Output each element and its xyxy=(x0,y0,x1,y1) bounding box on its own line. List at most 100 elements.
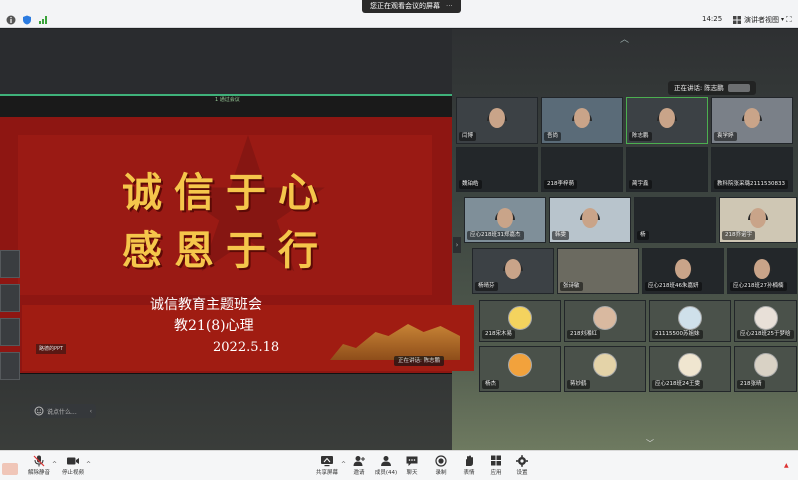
slide-title-line1: 诚信于心 xyxy=(122,169,330,216)
participant-tile[interactable]: 应心218班27孙楠楠 xyxy=(727,248,797,294)
share-screen-icon xyxy=(321,456,333,467)
settings-label: 设置 xyxy=(516,470,528,476)
top-bar: 您正在观看会议的屏幕 ··· 14:25 演讲者视图 ▾ ⛶ xyxy=(0,0,798,28)
thumbnail[interactable] xyxy=(0,284,20,312)
info-icon[interactable] xyxy=(6,15,16,25)
video-label: 停止视频 xyxy=(61,470,84,476)
thumbnail[interactable] xyxy=(0,318,20,346)
hand-icon xyxy=(466,455,473,466)
participant-name: 21115500苏姐妹 xyxy=(652,330,703,339)
video-camera-icon xyxy=(67,457,79,465)
participant-name: 218刘湘红 xyxy=(567,330,600,339)
invite-icon xyxy=(353,456,365,466)
participant-name: 应心218班27孙楠楠 xyxy=(730,282,787,291)
participant-name: 应心218班46朱嘉妍 xyxy=(645,282,702,291)
chat-label: 聊天 xyxy=(406,470,418,476)
participant-tile[interactable]: 蒋妙鹤 xyxy=(564,346,646,392)
slide-header-label: 1 通过会议 xyxy=(215,97,240,103)
chevron-right-icon[interactable]: › xyxy=(453,237,461,253)
apps-label: 应用 xyxy=(490,470,502,476)
more-icon[interactable]: ··· xyxy=(446,0,453,13)
participant-tile[interactable]: 张诗敏 xyxy=(557,248,639,294)
participant-tile[interactable]: 韩雯 xyxy=(549,197,631,243)
avatar xyxy=(508,305,532,330)
thumbnail[interactable] xyxy=(0,250,20,278)
participant-tile[interactable]: 袁学婷 xyxy=(711,97,793,144)
share-screen-button[interactable]: 共享屏幕 xyxy=(310,455,344,476)
participant-tile[interactable]: 应心218班24王雯 xyxy=(649,346,731,392)
participant-tile[interactable]: 218乔诺宇 xyxy=(719,197,797,243)
chevron-up-icon[interactable]: ︿ xyxy=(620,32,629,45)
participant-tile[interactable]: 魏铂皓 xyxy=(456,147,538,192)
participant-tile[interactable]: 教科院张采璐2111530833 xyxy=(711,147,793,192)
signal-icon[interactable] xyxy=(38,15,48,25)
network-status-icon[interactable]: ▲ xyxy=(784,462,789,469)
participant-video xyxy=(659,108,675,129)
slide-title-line2: 感恩于行 xyxy=(122,227,330,274)
slide-speaker-tag: 正在讲话: 陈志鹏 xyxy=(394,356,445,366)
settings-button[interactable]: 设置 xyxy=(505,455,539,476)
participant-name: 教科院张采璐2111530833 xyxy=(714,180,788,189)
participant-name: 杨晴芬 xyxy=(475,282,498,291)
members-label: 成员(44) xyxy=(374,470,398,476)
participant-tile[interactable]: 218李梓萌 xyxy=(541,147,623,192)
chevron-up-icon[interactable]: ^ xyxy=(86,461,91,468)
thumbnail[interactable] xyxy=(0,352,20,380)
participant-video xyxy=(675,258,691,279)
participant-name: 袁学婷 xyxy=(714,132,737,141)
record-icon xyxy=(435,455,447,467)
participant-name: 应心218班31郑嘉杰 xyxy=(467,231,524,240)
participant-tile[interactable]: 应心218班25于梦晗 xyxy=(734,300,797,342)
participant-tile[interactable]: 218宋木易 xyxy=(479,300,561,342)
participant-name: 应心218班24王雯 xyxy=(652,380,703,389)
participant-tile[interactable]: 杨 xyxy=(634,197,716,243)
emoji-icon[interactable] xyxy=(34,406,44,416)
participant-tile[interactable]: 218刘湘红 xyxy=(564,300,646,342)
speaking-text: 正在讲话: 陈志鹏 xyxy=(674,84,724,92)
mute-button[interactable]: 解除静音 xyxy=(22,455,56,476)
chevron-down-icon: ▾ xyxy=(781,16,785,23)
participant-name: 218乔诺宇 xyxy=(722,231,755,240)
participant-tile[interactable]: 杨杰 xyxy=(479,346,561,392)
avatar xyxy=(508,353,532,378)
chevron-down-icon[interactable]: ﹀ xyxy=(646,438,654,449)
top-left-icons xyxy=(6,15,48,25)
participant-tile[interactable]: 应心218班46朱嘉妍 xyxy=(642,248,724,294)
participant-tile[interactable]: 吾尚 xyxy=(541,97,623,144)
participant-tile[interactable]: 21115500苏姐妹 xyxy=(649,300,731,342)
participant-video xyxy=(497,207,513,228)
participant-video xyxy=(574,108,590,129)
participant-tile[interactable]: 218张晴 xyxy=(734,346,797,392)
participant-video xyxy=(750,207,766,228)
participant-tile[interactable]: 杨晴芬 xyxy=(472,248,554,294)
avatar xyxy=(593,353,617,378)
view-switch-button[interactable]: 演讲者视图 ▾ xyxy=(728,14,788,26)
left-thumbnail-strip xyxy=(0,250,22,410)
participant-name: 闫博 xyxy=(459,132,477,141)
participant-tile[interactable]: 蔺宇鑫 xyxy=(626,147,708,192)
participant-tile[interactable]: 应心218班31郑嘉杰 xyxy=(464,197,546,243)
members-icon xyxy=(381,456,391,466)
share-screen-label: 共享屏幕 xyxy=(315,470,338,476)
participant-video xyxy=(582,207,598,228)
participant-video xyxy=(744,108,760,129)
shield-icon[interactable] xyxy=(22,15,32,25)
chat-input[interactable]: 说点什么... ‹ xyxy=(30,404,96,418)
participant-name: 应心218班25于梦晗 xyxy=(737,330,794,339)
video-button[interactable]: 停止视频 xyxy=(56,455,90,476)
apps-grid-icon xyxy=(491,455,501,466)
screen-share-banner[interactable]: 您正在观看会议的屏幕 ··· xyxy=(362,0,461,13)
view-switch-label: 演讲者视图 xyxy=(744,16,779,24)
fullscreen-icon[interactable]: ⛶ xyxy=(786,15,792,25)
grid-view-icon xyxy=(733,16,741,24)
app-logo xyxy=(2,463,18,475)
meeting-window: 您正在观看会议的屏幕 ··· 14:25 演讲者视图 ▾ ⛶ ︿ 正在讲话: 陈… xyxy=(0,0,798,480)
participant-tile-active[interactable]: 陈志鹏 xyxy=(626,97,708,144)
participant-tile[interactable]: 闫博 xyxy=(456,97,538,144)
speaking-indicator: 正在讲话: 陈志鹏 xyxy=(668,81,756,95)
participant-video xyxy=(489,108,505,129)
participant-name: 218宋木易 xyxy=(482,330,515,339)
chevron-left-icon[interactable]: ‹ xyxy=(90,408,92,415)
participant-video xyxy=(754,258,770,279)
participant-name: 蒋妙鹤 xyxy=(567,380,590,389)
